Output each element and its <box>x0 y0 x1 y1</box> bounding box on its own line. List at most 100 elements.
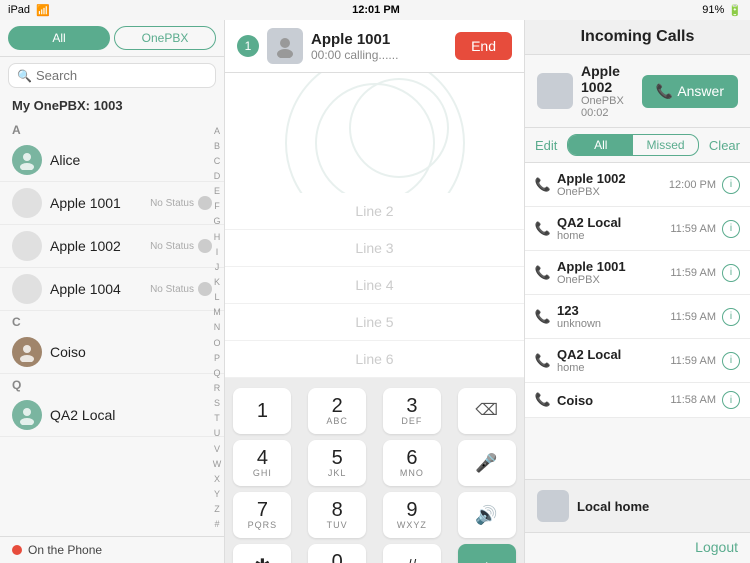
section-c: C <box>0 311 224 331</box>
alpha-o[interactable]: O <box>212 338 222 348</box>
incoming-avatar <box>537 73 573 109</box>
logout-button[interactable]: Logout <box>695 539 738 555</box>
key-add[interactable]: + <box>458 544 516 563</box>
alpha-y[interactable]: Y <box>212 489 222 499</box>
alpha-a[interactable]: A <box>212 126 222 136</box>
log-item-5[interactable]: 📞 QA2 Local home 11:59 AM i <box>525 339 750 383</box>
line-3[interactable]: Line 3 <box>225 230 524 267</box>
alpha-j[interactable]: J <box>212 262 222 272</box>
call-avatar <box>267 28 303 64</box>
log-info-6: Coiso <box>557 393 664 408</box>
contact-apple1001[interactable]: Apple 1001 No Status <box>0 182 224 225</box>
alpha-g[interactable]: G <box>212 216 222 226</box>
alpha-n[interactable]: N <box>212 322 222 332</box>
alpha-e[interactable]: E <box>212 186 222 196</box>
log-item-6[interactable]: 📞 Coiso 11:58 AM i <box>525 383 750 418</box>
alpha-u[interactable]: U <box>212 428 222 438</box>
key-7[interactable]: 7PQRS <box>233 492 291 538</box>
answer-button[interactable]: 📞 Answer <box>642 75 738 108</box>
local-home-info: Local home <box>577 499 738 514</box>
alpha-v[interactable]: V <box>212 444 222 454</box>
alpha-f[interactable]: F <box>212 201 222 211</box>
log-item-2[interactable]: 📞 QA2 Local home 11:59 AM i <box>525 207 750 251</box>
alpha-w[interactable]: W <box>212 459 222 469</box>
alpha-x[interactable]: X <box>212 474 222 484</box>
log-tab-missed[interactable]: Missed <box>633 135 698 155</box>
key-backspace[interactable]: ⌫ <box>458 388 516 434</box>
alpha-d[interactable]: D <box>212 171 222 181</box>
log-tab-all[interactable]: All <box>568 135 633 155</box>
alpha-q[interactable]: Q <box>212 368 222 378</box>
status-time: 12:01 PM <box>352 4 400 16</box>
alpha-k[interactable]: K <box>212 277 222 287</box>
log-detail-btn-3[interactable]: i <box>722 264 740 282</box>
log-detail-btn-5[interactable]: i <box>722 352 740 370</box>
key-9[interactable]: 9WXYZ <box>383 492 441 538</box>
key-star[interactable]: ✱ <box>233 544 291 563</box>
key-1[interactable]: 1 <box>233 388 291 434</box>
call-info: Apple 1001 00:00 calling...... <box>311 31 447 62</box>
log-sub-2: home <box>557 230 664 242</box>
alpha-index: A B C D E F G H I J K L M N O P Q R S T <box>210 119 224 536</box>
alpha-h[interactable]: H <box>212 232 222 242</box>
contact-qa2local[interactable]: QA2 Local <box>0 394 224 437</box>
alpha-p[interactable]: P <box>212 353 222 363</box>
contact-apple1002[interactable]: Apple 1002 No Status <box>0 225 224 268</box>
key-5[interactable]: 5JKL <box>308 440 366 486</box>
dialer-watermark <box>225 73 524 193</box>
line-5[interactable]: Line 5 <box>225 304 524 341</box>
line-2[interactable]: Line 2 <box>225 193 524 230</box>
alpha-s[interactable]: S <box>212 398 222 408</box>
key-speaker[interactable]: 🔊 <box>458 492 516 538</box>
contact-alice[interactable]: Alice <box>0 139 224 182</box>
alpha-i[interactable]: I <box>212 247 222 257</box>
log-detail-btn-6[interactable]: i <box>722 391 740 409</box>
left-panel: All OnePBX 🔍 My OnePBX: 1003 A Alice App… <box>0 20 225 563</box>
line-4[interactable]: Line 4 <box>225 267 524 304</box>
end-call-button[interactable]: End <box>455 32 512 60</box>
tab-onepbx[interactable]: OnePBX <box>114 26 216 50</box>
alpha-t[interactable]: T <box>212 413 222 423</box>
contact-avatar-apple1002 <box>12 231 42 261</box>
contact-name-apple1002: Apple 1002 <box>50 238 150 254</box>
edit-button[interactable]: Edit <box>535 138 557 153</box>
log-sub-3: OnePBX <box>557 274 664 286</box>
log-item-4[interactable]: 📞 123 unknown 11:59 AM i <box>525 295 750 339</box>
clear-button[interactable]: Clear <box>709 138 740 153</box>
keypad-row-4: ✱ 0+ # + <box>225 542 524 563</box>
search-bar[interactable]: 🔍 <box>8 63 216 88</box>
alpha-b[interactable]: B <box>212 141 222 151</box>
alpha-z[interactable]: Z <box>212 504 222 514</box>
tab-all[interactable]: All <box>8 26 110 50</box>
key-6[interactable]: 6MNO <box>383 440 441 486</box>
on-phone-label: On the Phone <box>28 543 102 557</box>
contact-apple1004[interactable]: Apple 1004 No Status <box>0 268 224 311</box>
log-detail-btn-2[interactable]: i <box>722 220 740 238</box>
alpha-c[interactable]: C <box>212 156 222 166</box>
contact-coiso[interactable]: Coiso <box>0 331 224 374</box>
log-detail-btn-1[interactable]: i <box>722 176 740 194</box>
alpha-m[interactable]: M <box>212 307 222 317</box>
alpha-r[interactable]: R <box>212 383 222 393</box>
local-home-item[interactable]: Local home <box>537 490 738 522</box>
key-8[interactable]: 8TUV <box>308 492 366 538</box>
log-item-1[interactable]: 📞 Apple 1002 OnePBX 12:00 PM i <box>525 163 750 207</box>
line-6[interactable]: Line 6 <box>225 341 524 378</box>
log-detail-btn-4[interactable]: i <box>722 308 740 326</box>
right-header: Incoming Calls <box>525 20 750 55</box>
contact-name-alice: Alice <box>50 152 212 168</box>
key-4[interactable]: 4GHI <box>233 440 291 486</box>
lines-area: Line 2 Line 3 Line 4 Line 5 Line 6 <box>225 73 524 378</box>
incoming-info: Apple 1002 OnePBX 00:02 <box>581 63 634 119</box>
log-sub-1: OnePBX <box>557 186 663 198</box>
log-item-3[interactable]: 📞 Apple 1001 OnePBX 11:59 AM i <box>525 251 750 295</box>
search-input[interactable] <box>36 68 212 83</box>
alpha-hash[interactable]: # <box>212 519 222 529</box>
key-hash[interactable]: # <box>383 544 441 563</box>
key-3[interactable]: 3DEF <box>383 388 441 434</box>
battery-icon: 🔋 <box>728 4 742 17</box>
alpha-l[interactable]: L <box>212 292 222 302</box>
key-0[interactable]: 0+ <box>308 544 366 563</box>
key-2[interactable]: 2ABC <box>308 388 366 434</box>
key-mute[interactable]: 🎤 <box>458 440 516 486</box>
